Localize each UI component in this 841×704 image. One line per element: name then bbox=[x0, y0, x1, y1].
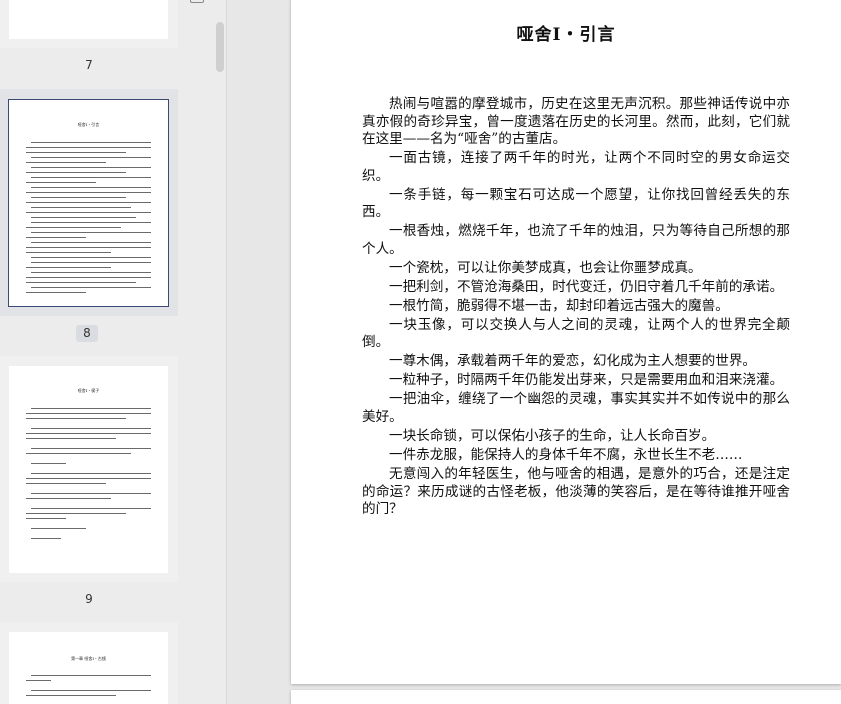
document-page: 哑舍Ⅰ・引言 热闹与喧嚣的摩登城市，历史在这里无声沉积。那些神话传说中亦真亦假的… bbox=[291, 0, 841, 684]
thumbnail-page-image: 哑舍Ⅰ・楔子 bbox=[9, 366, 168, 573]
thumbnail-text-line bbox=[26, 252, 111, 254]
thumbnail-text-line bbox=[31, 197, 126, 199]
thumbnail-page-title: 哑舍Ⅰ・引言 bbox=[77, 122, 100, 127]
thumbnail-page-title: 哑舍Ⅰ・楔子 bbox=[77, 388, 100, 393]
thumbnail-text-line bbox=[26, 147, 151, 149]
page-title: 哑舍Ⅰ・引言 bbox=[516, 25, 616, 45]
thumbnail-text-line bbox=[26, 267, 111, 269]
thumbnail-text-line bbox=[26, 192, 151, 194]
thumbnail-text-line bbox=[31, 142, 151, 144]
thumbnail-page-10[interactable]: 第一章 哑舍Ⅰ・古镜 bbox=[0, 622, 178, 704]
thumbnail-text-line bbox=[26, 237, 86, 239]
thumbnail-text-line bbox=[31, 157, 151, 159]
thumbnail-text-line bbox=[31, 222, 151, 224]
paragraph: 一粒种子，时隔两千年仍能发出芽来，只是需要用血和泪来浇灌。 bbox=[389, 372, 784, 389]
page-body: 热闹与喧嚣的摩登城市，历史在这里无声沉积。那些神话传说中亦真亦假的奇珍异宝，曾一… bbox=[362, 96, 790, 520]
thumbnail-text-line bbox=[26, 172, 126, 174]
next-document-page bbox=[291, 690, 841, 704]
thumbnail-text-line bbox=[26, 498, 111, 500]
thumbnail-text-line bbox=[31, 257, 151, 259]
thumbnail-label-9: 9 bbox=[85, 592, 93, 606]
thumbnail-text-line bbox=[31, 167, 151, 169]
paragraph: 一尊木偶，承载着两千年的爱恋，幻化成为主人想要的世界。 bbox=[389, 353, 757, 370]
thumbnail-text-line bbox=[31, 463, 66, 465]
thumbnail-text-line bbox=[26, 513, 126, 515]
thumbnail-text-line bbox=[26, 418, 126, 420]
thumbnail-text-line bbox=[31, 508, 151, 510]
thumbnail-text-line bbox=[31, 408, 151, 410]
thumbnail-text-line bbox=[31, 675, 151, 677]
thumbnail-page-9[interactable]: 哑舍Ⅰ・楔子 bbox=[0, 356, 178, 582]
thumbnail-label-7: 7 bbox=[85, 58, 93, 72]
thumbnail-sidebar: 7 哑舍Ⅰ・引言 8 哑舍Ⅰ・楔子 9 第一章 哑舍Ⅰ・古镜 bbox=[0, 0, 227, 704]
thumbnail-text-line bbox=[26, 202, 151, 204]
thumbnail-text-line bbox=[26, 695, 116, 697]
thumbnail-text-line bbox=[31, 242, 151, 244]
thumbnail-text-line bbox=[26, 292, 86, 294]
thumbnail-text-line bbox=[26, 680, 51, 682]
paragraph: 一个瓷枕，可以让你美梦成真，也会让你噩梦成真。 bbox=[389, 259, 702, 276]
thumbnail-page-image bbox=[9, 0, 168, 39]
thumbnail-text-line bbox=[31, 493, 151, 495]
paragraph: 一块玉像，可以交换人与人之间的灵魂，让两个人的世界完全颠倒。 bbox=[362, 316, 790, 351]
sidebar-scrollbar-track[interactable] bbox=[213, 0, 226, 704]
thumbnail-text-line bbox=[31, 448, 151, 450]
thumbnail-text-line bbox=[31, 262, 151, 264]
thumbnail-page-8[interactable]: 哑舍Ⅰ・引言 bbox=[0, 89, 178, 316]
thumbnail-text-line bbox=[26, 182, 96, 184]
thumbnail-text-line bbox=[26, 227, 121, 229]
thumbnail-text-line bbox=[26, 433, 151, 435]
thumbnail-text-line bbox=[26, 453, 131, 455]
thumbnail-text-line bbox=[31, 217, 136, 219]
paragraph: 一面古镜，连接了两千年的时光，让两个不同时空的男女命运交织。 bbox=[362, 150, 790, 184]
thumbnail-text-line bbox=[31, 538, 61, 540]
thumbnail-text-line bbox=[31, 690, 151, 692]
thumbnail-text-line bbox=[26, 282, 136, 284]
thumbnail-text-line bbox=[31, 272, 151, 274]
paragraph: 热闹与喧嚣的摩登城市，历史在这里无声沉积。那些神话传说中亦真亦假的奇珍异宝，曾一… bbox=[362, 96, 790, 148]
sidebar-scrollbar-thumb[interactable] bbox=[216, 22, 224, 72]
thumbnail-text-line bbox=[31, 287, 151, 289]
thumbnail-text-line bbox=[31, 428, 151, 430]
thumbnail-page-image: 哑舍Ⅰ・引言 bbox=[8, 99, 169, 307]
paragraph: 一条手链，每一颗宝石可达成一个愿望，让你找回曾经丢失的东西。 bbox=[362, 186, 790, 221]
thumbnail-page-7[interactable] bbox=[0, 0, 178, 48]
paragraph: 一块长命锁，可以保佑小孩子的生命，让人长命百岁。 bbox=[389, 427, 716, 444]
thumbnail-text-line bbox=[26, 478, 151, 480]
paragraph: 一把油伞，缠绕了一个幽怨的灵魂，事实其实并不如传说中的那么美好。 bbox=[362, 391, 790, 425]
thumbnail-text-line bbox=[31, 177, 151, 179]
thumbnail-label-8: 8 bbox=[76, 325, 98, 342]
thumbnail-text-line bbox=[26, 413, 151, 415]
paragraph: 无意闯入的年轻医生，他与哑舍的相遇，是意外的巧合，还是注定的命运？来历成谜的古怪… bbox=[362, 465, 790, 518]
thumbnail-text-line bbox=[26, 212, 151, 214]
panel-toggle-icon[interactable] bbox=[190, 0, 204, 3]
thumbnail-text-line bbox=[26, 247, 151, 249]
thumbnail-page-image: 第一章 哑舍Ⅰ・古镜 bbox=[9, 632, 168, 704]
paragraph: 一把利剑，不管沧海桑田，时代变迁，仍旧守着几千年前的承诺。 bbox=[389, 278, 784, 295]
thumbnail-text-line bbox=[31, 528, 86, 530]
thumbnail-text-line bbox=[26, 438, 116, 440]
thumbnail-text-line bbox=[31, 232, 151, 234]
paragraph: 一根香烛，燃烧千年，也流了千年的烛泪，只为等待自己所想的那个人。 bbox=[362, 223, 790, 257]
paragraph: 一件赤龙服，能保持人的身体千年不腐，永世长生不老…… bbox=[389, 446, 743, 463]
thumbnail-text-line bbox=[31, 473, 151, 475]
thumbnail-page-title: 第一章 哑舍Ⅰ・古镜 bbox=[71, 656, 106, 661]
paragraph: 一根竹简，脆弱得不堪一击，却封印着远古强大的魔兽。 bbox=[389, 297, 729, 314]
document-viewer[interactable]: 哑舍Ⅰ・引言 热闹与喧嚣的摩登城市，历史在这里无声沉积。那些神话传说中亦真亦假的… bbox=[228, 0, 841, 704]
thumbnail-text-line bbox=[26, 483, 106, 485]
thumbnail-text-line bbox=[26, 518, 66, 520]
thumbnail-text-line bbox=[26, 162, 106, 164]
thumbnail-text-line bbox=[31, 187, 151, 189]
thumbnail-text-line bbox=[26, 277, 151, 279]
thumbnail-text-line bbox=[31, 207, 131, 209]
thumbnail-text-line bbox=[26, 152, 126, 154]
